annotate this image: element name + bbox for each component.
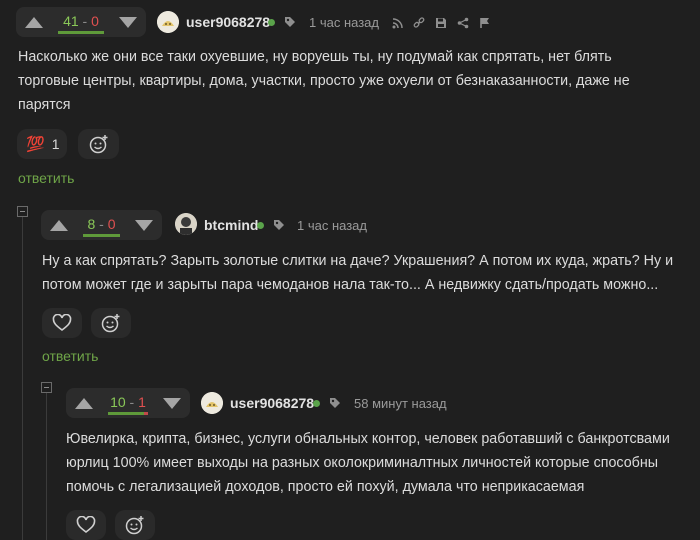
vote-widget: 41 - 0 [16, 7, 146, 37]
online-indicator [313, 400, 320, 407]
avatar[interactable] [157, 11, 179, 33]
add-reaction-icon [125, 516, 144, 535]
comment-time[interactable]: 1 час назад [309, 15, 379, 30]
flag-icon[interactable] [479, 17, 491, 29]
downvote-button[interactable] [126, 210, 162, 240]
comment-text: Насколько же они все таки охуевшие, ну в… [18, 49, 630, 113]
upvote-button[interactable] [41, 210, 77, 240]
share-icon[interactable] [457, 17, 469, 29]
vote-score: 8 - 0 [77, 216, 126, 237]
comment-text: Ну а как спрятать? Зарыть золотые слитки… [42, 253, 674, 293]
reply-link[interactable]: ответить [18, 170, 74, 186]
heart-icon [52, 314, 72, 332]
vote-widget: 8 - 0 [41, 210, 162, 240]
vote-ratio-bar [58, 31, 104, 34]
downvote-button[interactable] [110, 7, 146, 37]
like-button[interactable] [66, 510, 106, 540]
arrow-up-icon [25, 16, 43, 28]
reaction-100[interactable]: 💯 1 [17, 129, 67, 159]
avatar[interactable] [201, 392, 223, 414]
comment-text: Ювелирка, крипта, бизнес, услуги обнальн… [66, 431, 670, 495]
tag-icon[interactable] [329, 397, 341, 409]
hundred-points-icon: 💯 [26, 136, 45, 153]
upvote-button[interactable] [66, 388, 102, 418]
arrow-down-icon [135, 219, 153, 231]
add-reaction-button[interactable] [115, 510, 155, 540]
rss-icon[interactable] [392, 17, 404, 29]
save-icon[interactable] [435, 17, 447, 29]
heart-icon [76, 516, 96, 534]
link-icon[interactable] [413, 17, 425, 29]
reaction-count: 1 [51, 136, 60, 152]
reply-link[interactable]: ответить [42, 348, 98, 364]
vote-widget: 10 - 1 [66, 388, 190, 418]
vote-score: 41 - 0 [52, 13, 110, 34]
add-reaction-icon [89, 135, 107, 154]
online-indicator [257, 222, 264, 229]
comment-time[interactable]: 1 час назад [297, 218, 367, 233]
arrow-up-icon [50, 219, 68, 231]
tag-icon[interactable] [273, 219, 285, 231]
thread-line [22, 217, 23, 540]
vote-score: 10 - 1 [102, 394, 154, 415]
arrow-down-icon [119, 16, 137, 28]
comment-time[interactable]: 58 минут назад [354, 396, 447, 411]
arrow-down-icon [163, 397, 181, 409]
add-reaction-button[interactable] [78, 129, 119, 159]
vote-ratio-bar [108, 412, 148, 415]
like-button[interactable] [42, 308, 82, 338]
collapse-icon[interactable] [41, 382, 52, 393]
online-indicator [268, 19, 275, 26]
downvote-button[interactable] [154, 388, 190, 418]
tag-icon[interactable] [284, 16, 296, 28]
upvote-button[interactable] [16, 7, 52, 37]
thread-line [46, 393, 47, 540]
collapse-icon[interactable] [17, 206, 28, 217]
add-reaction-button[interactable] [91, 308, 131, 338]
author-name[interactable]: btcmind [204, 217, 258, 233]
arrow-up-icon [75, 397, 93, 409]
author-name[interactable]: user9068278 [230, 395, 314, 411]
add-reaction-icon [101, 314, 120, 333]
vote-ratio-bar [83, 234, 120, 237]
author-name[interactable]: user9068278 [186, 14, 270, 30]
avatar[interactable] [175, 213, 197, 235]
